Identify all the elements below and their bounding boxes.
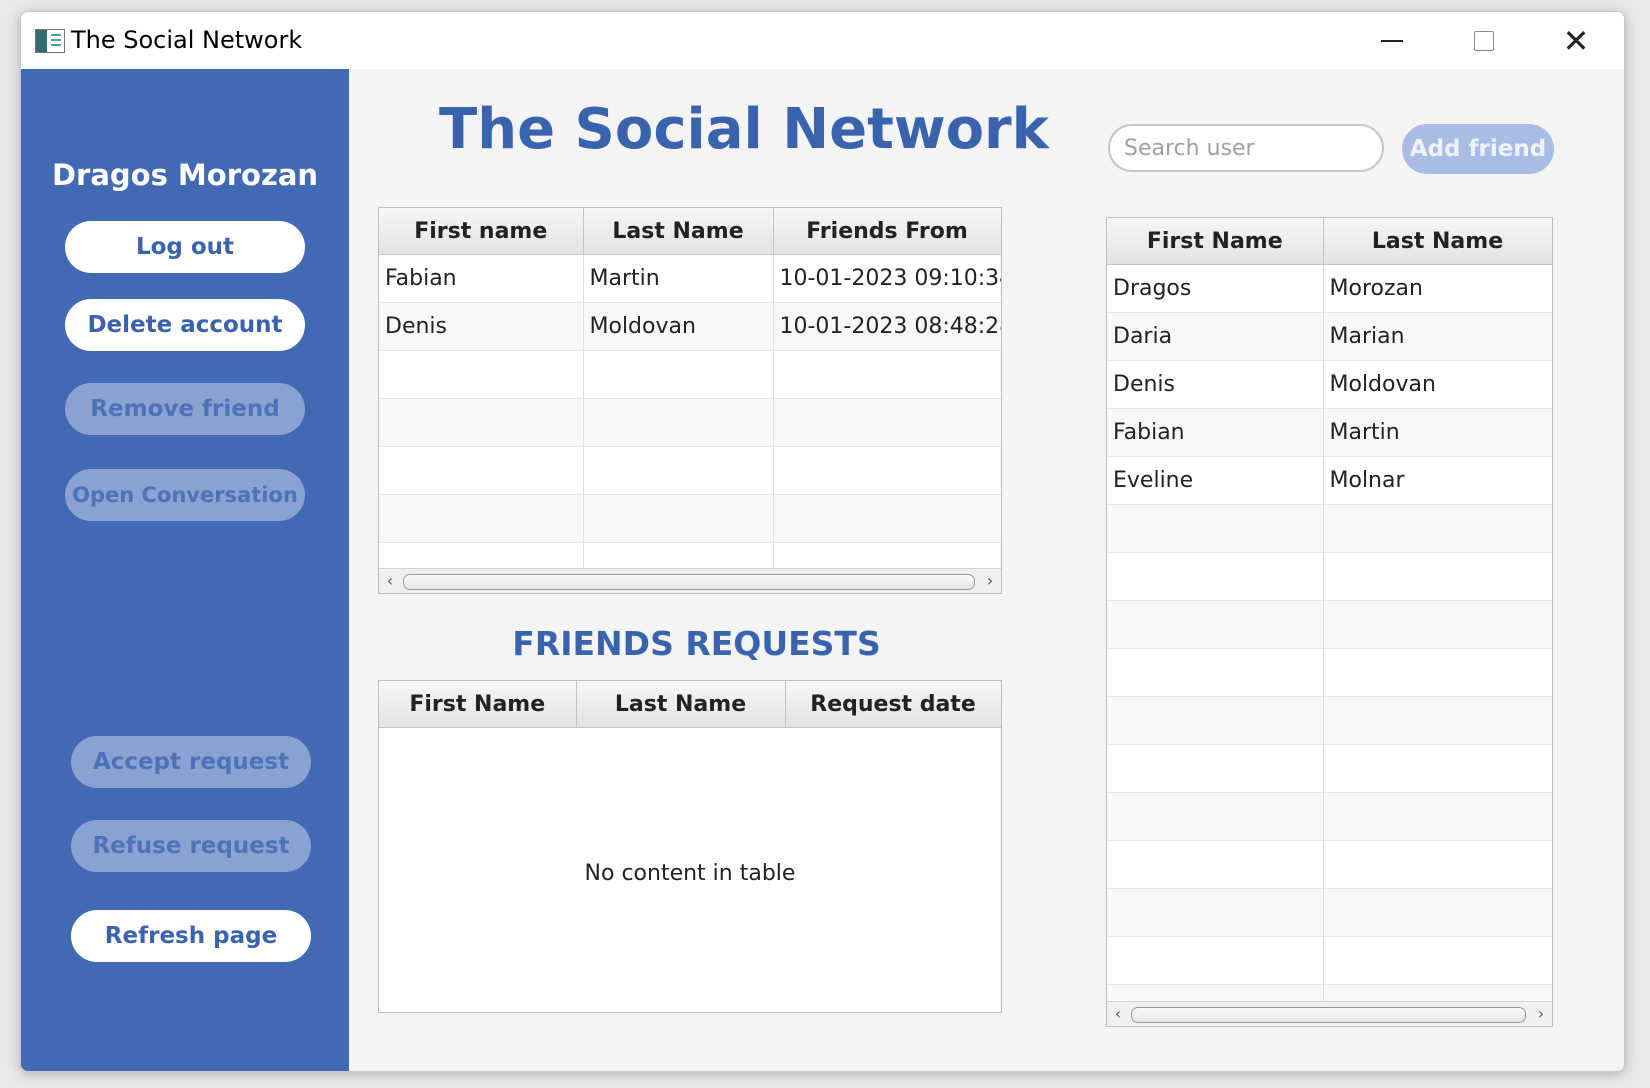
empty-row	[379, 350, 1001, 399]
table-cell: Morozan	[1323, 264, 1552, 313]
chevron-right-icon[interactable]: ›	[981, 571, 999, 591]
empty-row	[1107, 600, 1552, 649]
empty-row	[1107, 792, 1552, 841]
empty-row	[379, 494, 1001, 543]
table-cell: Dragos	[1107, 264, 1324, 313]
delete-account-button[interactable]: Delete account	[65, 299, 305, 351]
horizontal-scrollbar[interactable]: ‹ ›	[1107, 1001, 1552, 1026]
horizontal-scrollbar[interactable]: ‹ ›	[379, 568, 1001, 593]
table-cell: Moldovan	[583, 302, 774, 351]
table-row[interactable]: Fabian Martin	[1107, 408, 1552, 457]
accept-request-button[interactable]: Accept request	[71, 736, 311, 788]
remove-friend-button[interactable]: Remove friend	[65, 383, 305, 435]
users-table: First Name Last Name Dragos Morozan Dari…	[1106, 217, 1553, 1027]
column-header[interactable]: First Name	[379, 681, 577, 728]
chevron-left-icon[interactable]: ‹	[1109, 1004, 1127, 1024]
minimize-button[interactable]	[1347, 12, 1437, 69]
page-title: The Social Network	[439, 97, 1049, 162]
table-row[interactable]: Denis Moldovan	[1107, 360, 1552, 409]
search-input[interactable]	[1108, 124, 1384, 172]
friend-requests-table: First Name Last Name Request date No con…	[378, 680, 1002, 1013]
empty-row	[1107, 552, 1552, 601]
close-icon: ✕	[1562, 21, 1590, 60]
logout-button[interactable]: Log out	[65, 221, 305, 273]
maximize-icon	[1474, 30, 1494, 51]
open-conversation-button[interactable]: Open Conversation	[65, 469, 305, 521]
empty-row	[379, 446, 1001, 495]
table-cell: Denis	[379, 302, 584, 351]
empty-row	[1107, 696, 1552, 745]
add-friend-button[interactable]: Add friend	[1402, 124, 1554, 174]
empty-row	[1107, 936, 1552, 985]
friends-table: First name Last Name Friends From Fabian…	[378, 207, 1002, 594]
user-name: Dragos Morozan	[51, 158, 319, 192]
table-cell: Martin	[1323, 408, 1552, 457]
table-row[interactable]: Denis Moldovan 10-01-2023 08:48:28	[379, 302, 1001, 351]
title-bar: The Social Network ✕	[21, 12, 1624, 69]
minimize-icon	[1381, 39, 1403, 42]
column-header[interactable]: Last Name	[576, 681, 786, 728]
table-row[interactable]: Daria Marian	[1107, 312, 1552, 361]
table-cell: Fabian	[379, 254, 584, 303]
chevron-left-icon[interactable]: ‹	[381, 571, 399, 591]
empty-row	[1107, 744, 1552, 793]
table-cell: Moldovan	[1323, 360, 1552, 409]
table-row[interactable]: Fabian Martin 10-01-2023 09:10:34	[379, 254, 1001, 303]
empty-row	[1107, 840, 1552, 889]
table-cell: Marian	[1323, 312, 1552, 361]
sidebar: Dragos Morozan Log out Delete account Re…	[21, 69, 349, 1071]
table-cell: Denis	[1107, 360, 1324, 409]
app-window: The Social Network ✕ Dragos Morozan Log …	[20, 11, 1625, 1072]
empty-row	[1107, 888, 1552, 937]
empty-table-message: No content in table	[584, 861, 796, 886]
table-cell: 10-01-2023 09:10:34	[773, 254, 1001, 303]
table-row[interactable]: Eveline Molnar	[1107, 456, 1552, 505]
column-header[interactable]: Last Name	[1323, 218, 1552, 265]
maximize-button[interactable]	[1439, 12, 1529, 69]
refuse-request-button[interactable]: Refuse request	[71, 820, 311, 872]
empty-row	[379, 398, 1001, 447]
table-cell: Fabian	[1107, 408, 1324, 457]
table-cell: Daria	[1107, 312, 1324, 361]
window-title: The Social Network	[71, 26, 303, 54]
app-window-icon	[35, 29, 65, 53]
empty-row	[1107, 648, 1552, 697]
column-header[interactable]: First name	[379, 208, 584, 255]
column-header[interactable]: Request date	[785, 681, 1001, 728]
close-button[interactable]: ✕	[1531, 12, 1621, 69]
table-row[interactable]: Dragos Morozan	[1107, 264, 1552, 313]
table-cell: Molnar	[1323, 456, 1552, 505]
scrollbar-thumb[interactable]	[1131, 1007, 1526, 1023]
column-header[interactable]: Friends From	[773, 208, 1001, 255]
column-header[interactable]: First Name	[1107, 218, 1324, 265]
refresh-page-button[interactable]: Refresh page	[71, 910, 311, 962]
chevron-right-icon[interactable]: ›	[1532, 1004, 1550, 1024]
friend-requests-title: FRIENDS REQUESTS	[512, 624, 881, 663]
table-cell: 10-01-2023 08:48:28	[773, 302, 1001, 351]
scrollbar-thumb[interactable]	[403, 574, 975, 590]
empty-row	[1107, 504, 1552, 553]
table-cell: Eveline	[1107, 456, 1324, 505]
column-header[interactable]: Last Name	[583, 208, 774, 255]
table-cell: Martin	[583, 254, 774, 303]
